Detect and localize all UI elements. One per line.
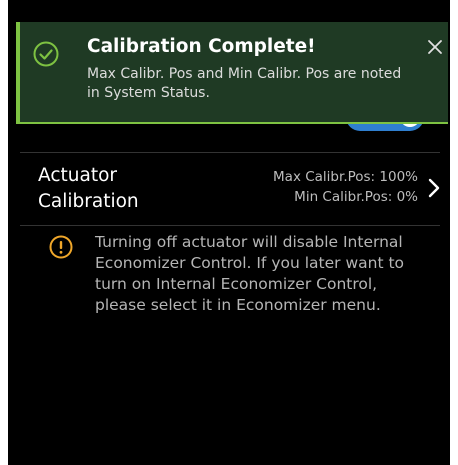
calibration-complete-toast: Calibration Complete! Max Calibr. Pos an… bbox=[16, 22, 448, 124]
close-icon[interactable] bbox=[425, 37, 445, 57]
actuator-calibration-row[interactable]: Actuator Calibration Max Calibr.Pos: 100… bbox=[8, 153, 450, 225]
min-calibration-value: Min Calibr.Pos: 0% bbox=[294, 189, 418, 205]
max-calibration-value: Max Calibr.Pos: 100% bbox=[273, 169, 418, 185]
calibration-values: Max Calibr.Pos: 100% Min Calibr.Pos: 0% bbox=[273, 167, 418, 207]
warning-icon bbox=[49, 235, 73, 259]
settings-screen: Actuator Calibration Max Calibr.Pos: 100… bbox=[8, 0, 450, 465]
chevron-right-icon bbox=[428, 178, 440, 198]
divider bbox=[20, 225, 440, 226]
toast-message: Max Calibr. Pos and Min Calibr. Pos are … bbox=[87, 66, 402, 101]
warning-message: Turning off actuator will disable Intern… bbox=[95, 233, 405, 314]
check-circle-icon bbox=[33, 41, 59, 67]
actuator-calibration-label: Actuator Calibration bbox=[38, 165, 139, 212]
toast-title: Calibration Complete! bbox=[87, 36, 316, 57]
